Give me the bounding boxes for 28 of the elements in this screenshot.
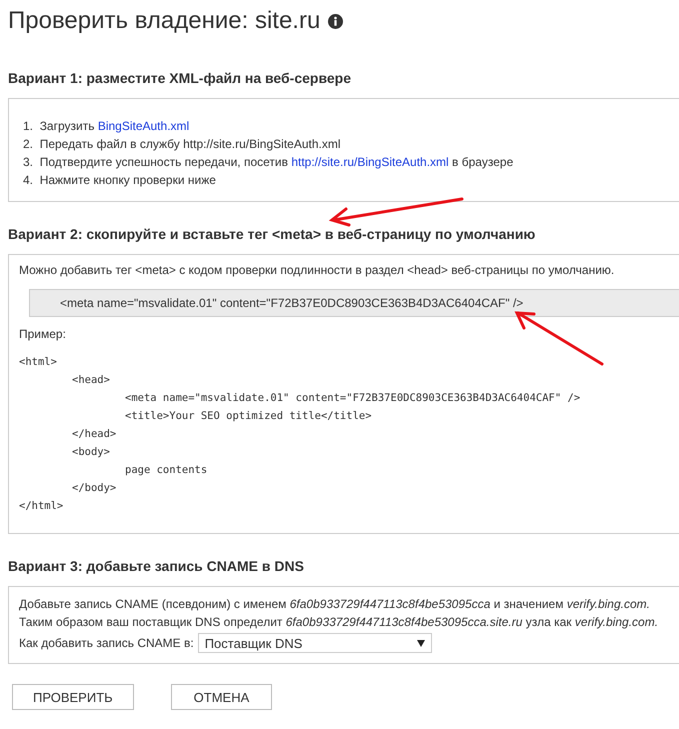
code-line: <title>Your SEO optimized title</title> bbox=[124, 409, 373, 424]
step-item: 2. Передать файл в службу http://site.ru/BingSiteAuth.xml bbox=[23, 136, 342, 153]
code-line: </head> bbox=[71, 427, 118, 442]
example-label: Пример: bbox=[19, 326, 67, 343]
verify-button[interactable]: ПРОВЕРИТЬ bbox=[12, 684, 134, 710]
file-link[interactable]: BingSiteAuth.xml bbox=[98, 119, 190, 133]
code-line: <html> bbox=[19, 355, 58, 370]
step-item: 1. Загрузить BingSiteAuth.xml bbox=[23, 118, 190, 135]
instruction-text: Добавьте запись CNAME (псевдоним) с именем 6fa0b933729f447113c8f4be53095cca и значением verify.bing.com. bbox=[19, 596, 651, 613]
meta-tag-code: <meta name="msvalidate.01" content="F72B37E0DC8903CE363B4D3AC6404CAF" /> bbox=[29, 289, 679, 317]
step-item: 3. Подтвердите успешность передачи, посетив http://site.ru/BingSiteAuth.xml в браузере bbox=[23, 154, 514, 171]
step-item: 4. Нажмите кнопку проверки ниже bbox=[23, 172, 217, 189]
section-heading: Вариант 3: добавьте запись CNAME в DNS bbox=[8, 558, 305, 576]
instruction-text: Таким образом ваш поставщик DNS определит 6fa0b933729f447113c8f4be53095cca.site.ru узла как verify.bing.com. bbox=[19, 614, 660, 631]
intro-text: Можно добавить тег <meta> с кодом проверки подлинности в раздел <head> веб-страницы по умолчанию. bbox=[19, 262, 616, 279]
select-label: Как добавить запись CNAME в: bbox=[19, 635, 194, 652]
code-line: <meta name="msvalidate.01" content="F72B37E0DC8903CE363B4D3AC6404CAF" /> bbox=[124, 391, 582, 406]
file-link[interactable]: http://site.ru/BingSiteAuth.xml bbox=[291, 155, 449, 169]
provider-select[interactable]: Поставщик DNS bbox=[198, 633, 432, 653]
code-line: </html> bbox=[19, 499, 64, 514]
code-line: page contents bbox=[124, 463, 208, 478]
section-heading: Вариант 2: скопируйте и вставьте тег <meta> в веб-страницу по умолчанию bbox=[8, 226, 536, 244]
cancel-button[interactable]: ОТМЕНА bbox=[170, 684, 272, 710]
code-line: <body> bbox=[71, 445, 111, 460]
code-line: <head> bbox=[71, 373, 111, 388]
page-title: Проверить владение: site.ru bbox=[8, 7, 320, 35]
section-heading: Вариант 1: разместите XML-файл на веб-сервере bbox=[8, 70, 352, 88]
code-line: </body> bbox=[71, 481, 118, 496]
